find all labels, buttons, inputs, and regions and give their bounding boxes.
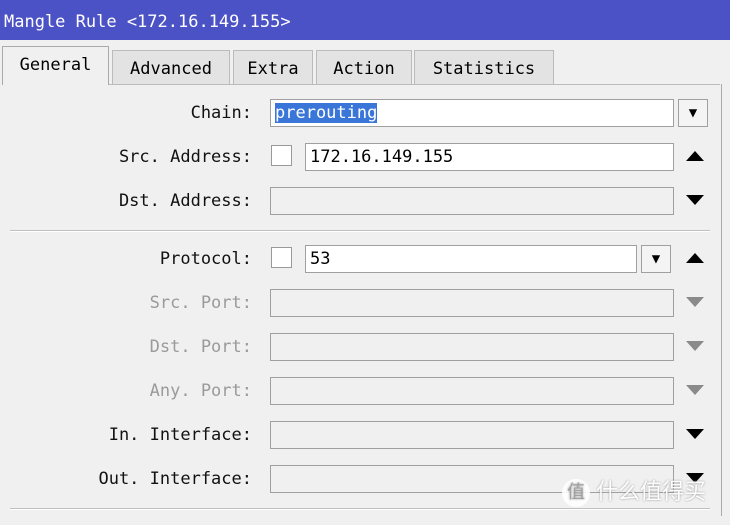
tab-extra[interactable]: Extra (233, 50, 313, 84)
collapse-up-icon[interactable] (686, 151, 704, 161)
expand-down-icon[interactable] (686, 195, 704, 205)
in-interface-input[interactable] (270, 421, 674, 449)
watermark: 值什么值得买 (562, 474, 706, 507)
src-port-row: Src. Port: (0, 289, 720, 317)
protocol-row: Protocol: 53 ▼ (0, 245, 720, 273)
dst-port-label: Dst. Port: (149, 337, 252, 357)
src-address-label: Src. Address: (118, 147, 252, 167)
protocol-negate-checkbox[interactable] (271, 247, 292, 268)
src-address-row: Src. Address: 172.16.149.155 (0, 143, 720, 171)
out-interface-label: Out. Interface: (98, 469, 252, 489)
protocol-dropdown-button[interactable]: ▼ (641, 245, 671, 273)
any-port-label: Any. Port: (149, 381, 252, 401)
watermark-text: 什么值得买 (596, 480, 707, 505)
chain-dropdown-button[interactable]: ▼ (678, 99, 708, 127)
panel-border (721, 84, 722, 516)
dst-port-input (270, 333, 674, 361)
dropdown-arrow-icon: ▼ (651, 251, 661, 267)
dst-port-row: Dst. Port: (0, 333, 720, 361)
protocol-input[interactable]: 53 (305, 245, 637, 273)
chain-input[interactable]: prerouting (270, 99, 674, 127)
tab-general[interactable]: General (2, 46, 109, 85)
chain-row: Chain: prerouting ▼ (0, 99, 720, 127)
src-address-input[interactable]: 172.16.149.155 (305, 143, 674, 171)
section-divider (10, 508, 710, 510)
chain-label: Chain: (190, 103, 252, 123)
expand-down-icon (686, 341, 704, 351)
dst-address-row: Dst. Address: (0, 187, 720, 215)
watermark-logo: 值 (562, 479, 590, 507)
expand-down-icon (686, 385, 704, 395)
dst-address-input[interactable] (270, 187, 674, 215)
section-divider (10, 230, 710, 232)
any-port-input (270, 377, 674, 405)
tab-advanced[interactable]: Advanced (112, 50, 230, 84)
expand-down-icon[interactable] (686, 429, 704, 439)
src-port-input (270, 289, 674, 317)
src-address-negate-checkbox[interactable] (271, 145, 292, 166)
tab-action[interactable]: Action (316, 50, 412, 84)
dropdown-arrow-icon: ▼ (688, 105, 698, 121)
collapse-up-icon[interactable] (686, 253, 704, 263)
src-port-label: Src. Port: (149, 293, 252, 313)
in-interface-label: In. Interface: (108, 425, 252, 445)
in-interface-row: In. Interface: (0, 421, 720, 449)
dst-address-label: Dst. Address: (118, 191, 252, 211)
tab-statistics[interactable]: Statistics (414, 50, 554, 84)
protocol-label: Protocol: (159, 249, 252, 269)
window-title: Mangle Rule <172.16.149.155> (0, 0, 730, 40)
any-port-row: Any. Port: (0, 377, 720, 405)
expand-down-icon (686, 297, 704, 307)
